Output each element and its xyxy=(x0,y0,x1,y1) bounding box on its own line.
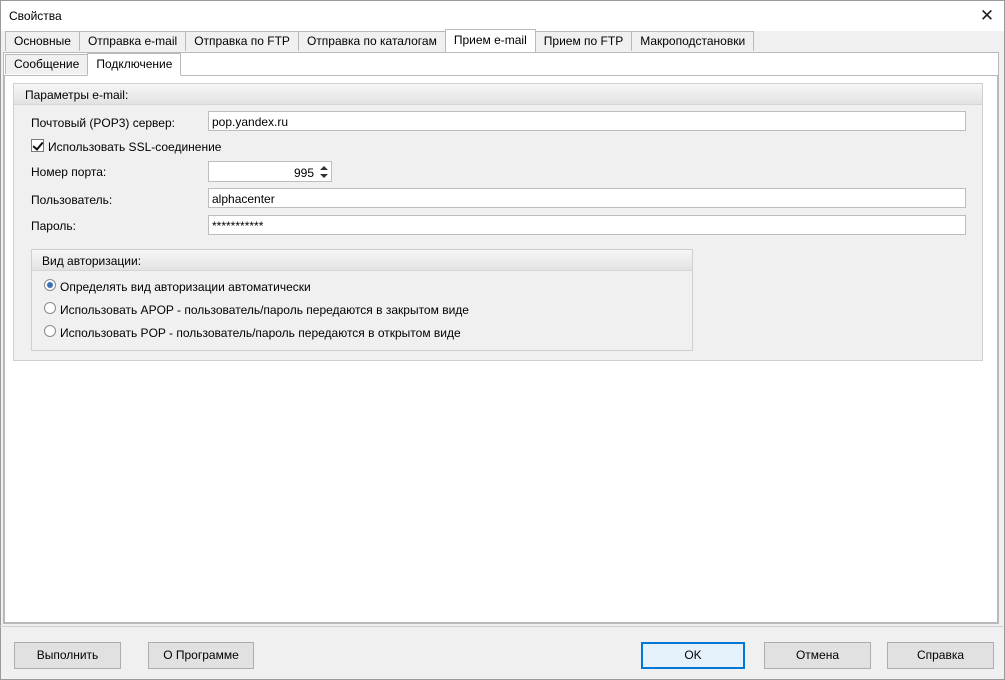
close-icon: ✕ xyxy=(979,6,995,25)
radio-auth-auto[interactable] xyxy=(44,279,56,291)
radio-auth-apop-label: Использовать APOP - пользователь/пароль … xyxy=(60,303,469,317)
radio-auth-auto-label: Определять вид авторизации автоматически xyxy=(60,280,311,294)
tab-macros[interactable]: Макроподстановки xyxy=(631,31,755,51)
port-label: Номер порта: xyxy=(31,165,107,179)
email-params-header: Параметры e-mail: xyxy=(14,84,982,105)
tab-send-folders[interactable]: Отправка по каталогам xyxy=(297,31,446,51)
port-spinner[interactable]: 995 xyxy=(208,161,332,182)
tab-receive-email[interactable]: Прием e-mail xyxy=(444,29,536,52)
title-bar: Свойства ✕ xyxy=(1,1,1004,31)
tab-general[interactable]: Основные xyxy=(5,31,80,51)
password-input[interactable]: *********** xyxy=(208,215,966,235)
spin-up-icon[interactable] xyxy=(320,166,328,170)
cancel-button[interactable]: Отмена xyxy=(764,642,871,669)
user-input[interactable]: alphacenter xyxy=(208,188,966,208)
auth-type-header: Вид авторизации: xyxy=(32,250,692,271)
spin-down-icon[interactable] xyxy=(320,174,328,178)
auth-type-title: Вид авторизации: xyxy=(42,254,142,268)
radio-auth-apop[interactable] xyxy=(44,302,56,314)
close-button[interactable]: ✕ xyxy=(970,1,1004,31)
ok-button[interactable]: OK xyxy=(641,642,745,669)
email-params-title: Параметры e-mail: xyxy=(25,88,129,102)
help-button[interactable]: Справка xyxy=(887,642,994,669)
main-tabs: Основные Отправка e-mail Отправка по FTP… xyxy=(5,29,755,52)
password-label: Пароль: xyxy=(31,219,76,233)
port-spin-buttons xyxy=(319,163,329,180)
subtab-message[interactable]: Сообщение xyxy=(5,54,89,74)
tab-send-email[interactable]: Отправка e-mail xyxy=(78,31,187,51)
user-label: Пользователь: xyxy=(31,193,113,207)
server-label: Почтовый (POP3) сервер: xyxy=(31,116,175,130)
ssl-checkbox[interactable] xyxy=(31,139,44,152)
about-button[interactable]: О Программе xyxy=(148,642,254,669)
tab-send-ftp[interactable]: Отправка по FTP xyxy=(185,31,299,51)
ssl-label: Использовать SSL-соединение xyxy=(48,140,222,154)
subtab-connection[interactable]: Подключение xyxy=(87,53,182,76)
server-input[interactable]: pop.yandex.ru xyxy=(208,111,966,131)
tab-receive-ftp[interactable]: Прием по FTP xyxy=(534,31,633,51)
radio-auth-pop-label: Использовать POP - пользователь/пароль п… xyxy=(60,326,461,340)
port-value: 995 xyxy=(293,166,314,180)
radio-auth-pop[interactable] xyxy=(44,325,56,337)
window-title: Свойства xyxy=(9,9,62,23)
bottom-separator xyxy=(0,626,1003,627)
execute-button[interactable]: Выполнить xyxy=(14,642,121,669)
sub-tabs: Сообщение Подключение xyxy=(5,53,182,76)
